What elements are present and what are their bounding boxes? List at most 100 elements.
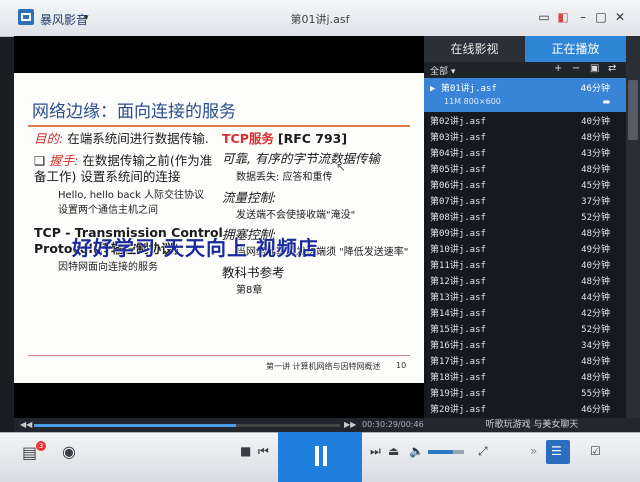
reliable-item: 可靠, 有序的字节流数据传输 [222, 151, 380, 166]
file-name: 第02讲j.asf [430, 117, 486, 127]
playlist-item[interactable]: 第04讲j.asf 43分钟 [424, 144, 626, 160]
file-name: 第12讲j.asf [430, 277, 486, 287]
file-duration: 34分钟 [581, 341, 610, 351]
active-file-duration: 46分钟 [580, 84, 610, 94]
playlist-item[interactable]: 第10讲j.asf 49分钟 [424, 240, 626, 256]
bullet-setup: 设置两个通信主机之间 [58, 205, 158, 216]
pause-button[interactable] [314, 446, 328, 466]
tab-now-playing[interactable]: 正在播放 [525, 36, 626, 62]
stop-icon[interactable]: ■ [240, 444, 251, 458]
file-duration: 43分钟 [581, 149, 610, 159]
playlist-item[interactable]: 第06讲j.asf 45分钟 [424, 176, 626, 192]
file-name: 第14讲j.asf [430, 309, 486, 319]
file-duration: 48分钟 [581, 373, 610, 383]
playlist-item[interactable]: 第03讲j.asf 48分钟 [424, 128, 626, 144]
next-icon[interactable]: ⏭ [370, 444, 381, 459]
file-name: 第11讲j.asf [430, 261, 486, 271]
textbook-item: 教科书参考 [222, 265, 285, 280]
handshake-label: 握手: [49, 153, 79, 168]
playlist-toggle-button[interactable]: ☰ [546, 440, 570, 464]
filter-dropdown[interactable]: 全部 ▾ [430, 64, 455, 77]
remove-icon[interactable]: − [572, 63, 580, 74]
previous-icon[interactable]: ⏮ [258, 444, 269, 459]
playlist-item[interactable]: 第16讲j.asf 34分钟 [424, 336, 626, 352]
playlist-item[interactable]: 第19讲j.asf 55分钟 [424, 384, 626, 400]
seek-track[interactable] [34, 424, 340, 427]
mouse-cursor-icon: ↖ [336, 160, 347, 174]
play-indicator-icon: ▶ [430, 84, 441, 94]
playlist-item[interactable]: 第11讲j.asf 40分钟 [424, 256, 626, 272]
file-duration: 48分钟 [581, 165, 610, 175]
rewind-icon[interactable]: ◀◀ [20, 420, 32, 429]
watermark-text: 好好学习 天天向上 视频店 [72, 236, 319, 260]
bullet-internet: 因特网面向连接的服务 [58, 262, 158, 273]
file-name: 第13讲j.asf [430, 293, 486, 303]
tab-online-video[interactable]: 在线影视 [424, 36, 525, 62]
loop-icon[interactable]: ⇄ [608, 63, 616, 74]
seek-bar: ◀◀ ▶▶ 00:30:29/00:46:05 [14, 418, 437, 432]
bullet-hello: Hello, hello back 人际交往协议 [58, 190, 204, 201]
fullscreen-icon[interactable]: ⤢ [478, 444, 488, 459]
file-name: 第08讲j.asf [430, 213, 486, 223]
expand-icon[interactable]: » [530, 444, 537, 458]
playlist-scrollbar[interactable] [626, 36, 640, 418]
file-name: 第17讲j.asf [430, 357, 486, 367]
playlist-item[interactable]: 第09讲j.asf 48分钟 [424, 224, 626, 240]
scrollbar-thumb[interactable] [628, 80, 638, 140]
playlist-item[interactable]: 第07讲j.asf 37分钟 [424, 192, 626, 208]
playlist-item[interactable]: 第18讲j.asf 48分钟 [424, 368, 626, 384]
close-icon[interactable]: ✕ [613, 10, 627, 24]
minimize-icon[interactable]: – [576, 10, 590, 24]
maximize-icon[interactable]: □ [594, 10, 608, 24]
flow-control-item: 流量控制: [222, 190, 277, 205]
playlist-item[interactable]: 第14讲j.asf 42分钟 [424, 304, 626, 320]
playlist-item[interactable]: 第12讲j.asf 48分钟 [424, 272, 626, 288]
file-duration: 52分钟 [581, 213, 610, 223]
playlist-item[interactable]: 第08讲j.asf 52分钟 [424, 208, 626, 224]
file-name: 第10讲j.asf [430, 245, 486, 255]
eject-icon[interactable]: ⏏ [388, 444, 399, 458]
active-file-meta: 11M 800×600 [444, 97, 501, 106]
playlist-item[interactable]: 第17讲j.asf 48分钟 [424, 352, 626, 368]
slide-title: 网络边缘：面向连接的服务 [32, 102, 236, 122]
file-duration: 40分钟 [581, 117, 610, 127]
goal-text: 在端系统间进行数据传输. [67, 131, 209, 146]
list-icon: ☰ [551, 444, 562, 458]
slide-divider [28, 125, 410, 127]
playlist-toolbar: 全部 ▾ + − ▣ ⇄ [424, 62, 626, 78]
tcp-service-heading: TCP服务 [222, 131, 274, 146]
playlist-item[interactable]: 第02讲j.asf 40分钟 [424, 112, 626, 128]
skin-icon[interactable]: ◧ [556, 10, 570, 24]
file-duration: 45分钟 [581, 181, 610, 191]
slide-page-number: 10 [396, 361, 407, 370]
playlist: ▶ 第01讲j.asf 46分钟 11M 800×600 ▬ 第02讲j.asf… [424, 78, 626, 415]
panel-footer-link[interactable]: 听歌玩游戏 与美女聊天 [424, 418, 640, 432]
file-name: 第03讲j.asf [430, 133, 486, 143]
playlist-item[interactable]: 第15讲j.asf 52分钟 [424, 320, 626, 336]
volume-icon[interactable]: 🔈 [409, 444, 424, 458]
playlist-item[interactable]: 第05讲j.asf 48分钟 [424, 160, 626, 176]
data-loss-sub: 数据丢失: 应答和重传 [236, 172, 333, 183]
volume-slider[interactable] [428, 450, 464, 454]
playlist-item-active[interactable]: ▶ 第01讲j.asf 46分钟 11M 800×600 ▬ [424, 78, 626, 112]
chat-icon[interactable]: ▭ [537, 10, 551, 24]
trash-icon[interactable]: ▣ [590, 63, 599, 74]
textbook-sub: 第8章 [236, 285, 263, 296]
playlist-item[interactable]: 第13讲j.asf 44分钟 [424, 288, 626, 304]
eye-icon[interactable]: ◉ [62, 442, 76, 461]
folder-icon[interactable]: ▬ [602, 97, 610, 106]
fast-forward-icon[interactable]: ▶▶ [344, 420, 356, 429]
active-file-name: 第01讲j.asf [440, 84, 497, 94]
file-name: 第16讲j.asf [430, 341, 486, 351]
slide-footer-rule [28, 355, 410, 356]
file-name: 第19讲j.asf [430, 389, 486, 399]
file-name: 第06讲j.asf [430, 181, 486, 191]
playlist-item[interactable]: 第20讲j.asf 46分钟 [424, 400, 626, 416]
add-icon[interactable]: + [554, 63, 562, 74]
file-name: 第07讲j.asf [430, 197, 486, 207]
seek-progress [34, 424, 236, 427]
notification-badge: 3 [36, 441, 46, 451]
toolbox-icon[interactable]: ▤ [22, 443, 37, 462]
settings-icon[interactable]: ☑ [590, 444, 601, 458]
file-duration: 48分钟 [581, 357, 610, 367]
